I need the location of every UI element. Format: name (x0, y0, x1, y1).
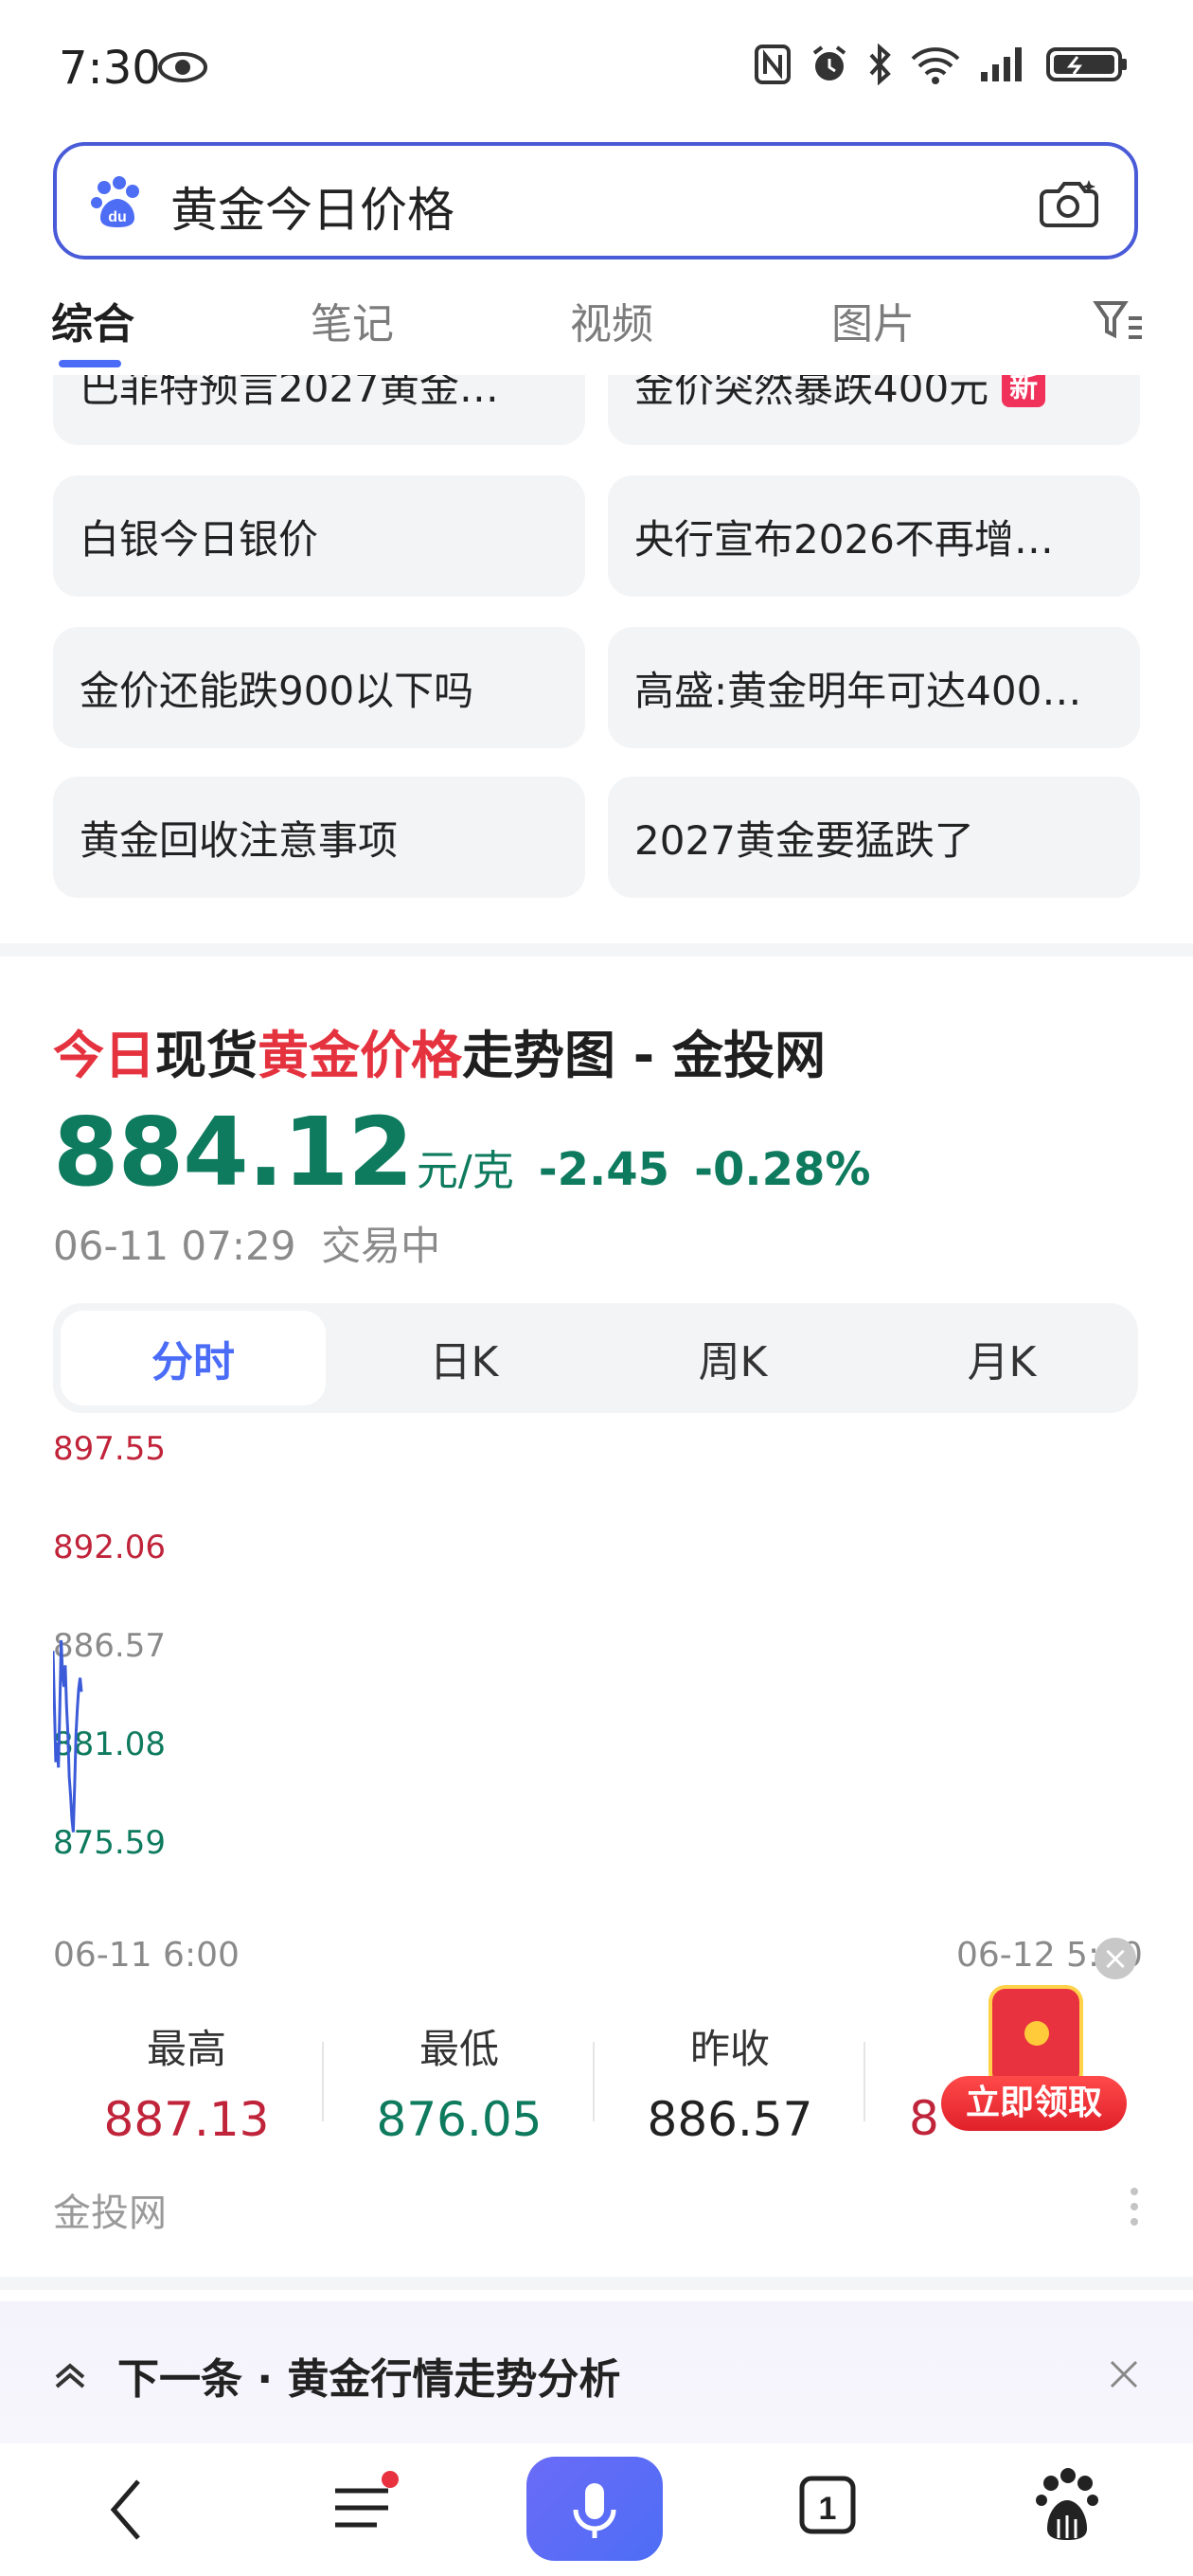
active-tab-indicator (59, 360, 121, 367)
new-badge: 新 (1002, 375, 1046, 407)
close-icon[interactable]: × (1095, 1938, 1136, 1979)
baidu-paw-icon[interactable] (1034, 2462, 1100, 2551)
status-time: 7:30 (59, 42, 161, 95)
stat-divider (593, 2042, 595, 2121)
price-timestamp: 06-11 07:29 (53, 1223, 296, 1269)
suggestion-chip[interactable]: 巴菲特预言2027黄金… (53, 375, 585, 445)
suggestion-chip[interactable]: 金价突然暴跌400元新 (608, 375, 1140, 445)
tab-notes[interactable]: 笔记 (311, 290, 394, 350)
baidu-logo-icon: du (89, 174, 146, 235)
suggestion-chip[interactable]: 白银今日银价 (53, 475, 585, 597)
section-divider (0, 2277, 1193, 2290)
trading-status: 交易中 (321, 1223, 441, 1269)
nfc-icon (754, 44, 792, 89)
filter-icon[interactable] (1093, 297, 1146, 349)
price-unit: 元/克 (416, 1147, 514, 1195)
card-title[interactable]: 今日现货黄金价格走势图 - 金投网 (53, 1013, 826, 1088)
next-article-title[interactable]: 下一条 · 黄金行情走势分析 (117, 2345, 620, 2406)
suggestion-chip[interactable]: 金价还能跌900以下吗 (53, 627, 585, 748)
tab-intraday[interactable]: 分时 (61, 1311, 326, 1405)
result-tabs: 综合 笔记 视频 图片 (0, 284, 1193, 375)
price-meta: 06-11 07:29 交易中 (53, 1214, 440, 1272)
tab-all[interactable]: 综合 (51, 290, 134, 350)
search-bar[interactable]: du 黄金今日价格 (53, 142, 1138, 259)
bluetooth-icon (867, 43, 892, 89)
kline-tabs: 分时 日K 周K 月K (53, 1303, 1138, 1413)
stat-high: 最高 887.13 (103, 2026, 270, 2147)
next-article-bar[interactable]: 下一条 · 黄金行情走势分析 (0, 2301, 1193, 2443)
more-options-icon[interactable] (1131, 2188, 1138, 2233)
bottom-navigation: 1 (0, 2443, 1193, 2576)
menu-icon[interactable] (329, 2462, 405, 2551)
price-chart[interactable] (53, 1440, 1142, 1913)
svg-text:du: du (108, 209, 127, 225)
close-icon[interactable] (1108, 2358, 1140, 2394)
price-change-percent: -0.28% (694, 1143, 871, 1196)
stat-low: 最低 876.05 (376, 2026, 543, 2147)
tab-monthly-k[interactable]: 月K (869, 1311, 1134, 1405)
signal-icon (979, 45, 1028, 87)
red-envelope-promo[interactable]: 立即领取 (941, 1985, 1127, 2137)
microphone-icon (573, 2483, 616, 2538)
red-envelope-icon (988, 1985, 1083, 2089)
stat-divider (864, 2042, 865, 2121)
price-change: -2.45 (538, 1143, 670, 1196)
voice-search-button[interactable] (526, 2457, 663, 2561)
tab-videos[interactable]: 视频 (570, 290, 653, 350)
x-tick-start: 06-11 6:00 (53, 1936, 240, 1975)
suggestion-chip[interactable]: 央行宣布2026不再增… (608, 475, 1140, 597)
alarm-icon (809, 44, 850, 89)
suggestion-chip[interactable]: 高盛:黄金明年可达400… (608, 627, 1140, 748)
section-divider (0, 943, 1193, 957)
related-searches: 巴菲特预言2027黄金… 金价突然暴跌400元新 白银今日银价 央行宣布2026… (0, 375, 1193, 905)
tabs-icon[interactable]: 1 (797, 2474, 858, 2542)
source-label[interactable]: 金投网 (53, 2182, 167, 2237)
claim-button[interactable]: 立即领取 (941, 2076, 1127, 2131)
search-input[interactable]: 黄金今日价格 (170, 172, 454, 241)
battery-icon (1045, 44, 1131, 89)
eye-icon (157, 51, 208, 87)
chevron-up-icon (53, 2360, 87, 2392)
stat-prev-close: 昨收 886.57 (647, 2026, 813, 2147)
price-row: 884.12 元/克 -2.45 -0.28% (53, 1097, 871, 1208)
stat-divider (322, 2042, 324, 2121)
svg-text:1: 1 (819, 2491, 837, 2527)
wifi-icon (909, 44, 962, 89)
status-bar: 7:30 (0, 0, 1193, 133)
suggestion-chip[interactable]: 黄金回收注意事项 (53, 777, 585, 898)
tab-daily-k[interactable]: 日K (331, 1311, 596, 1405)
current-price: 884.12 (53, 1097, 414, 1208)
tab-weekly-k[interactable]: 周K (600, 1311, 865, 1405)
back-icon[interactable] (102, 2472, 150, 2551)
suggestion-chip[interactable]: 2027黄金要猛跌了 (608, 777, 1140, 898)
price-series-line (53, 1639, 83, 1833)
camera-search-icon[interactable] (1040, 176, 1100, 233)
tab-images[interactable]: 图片 (831, 290, 915, 350)
